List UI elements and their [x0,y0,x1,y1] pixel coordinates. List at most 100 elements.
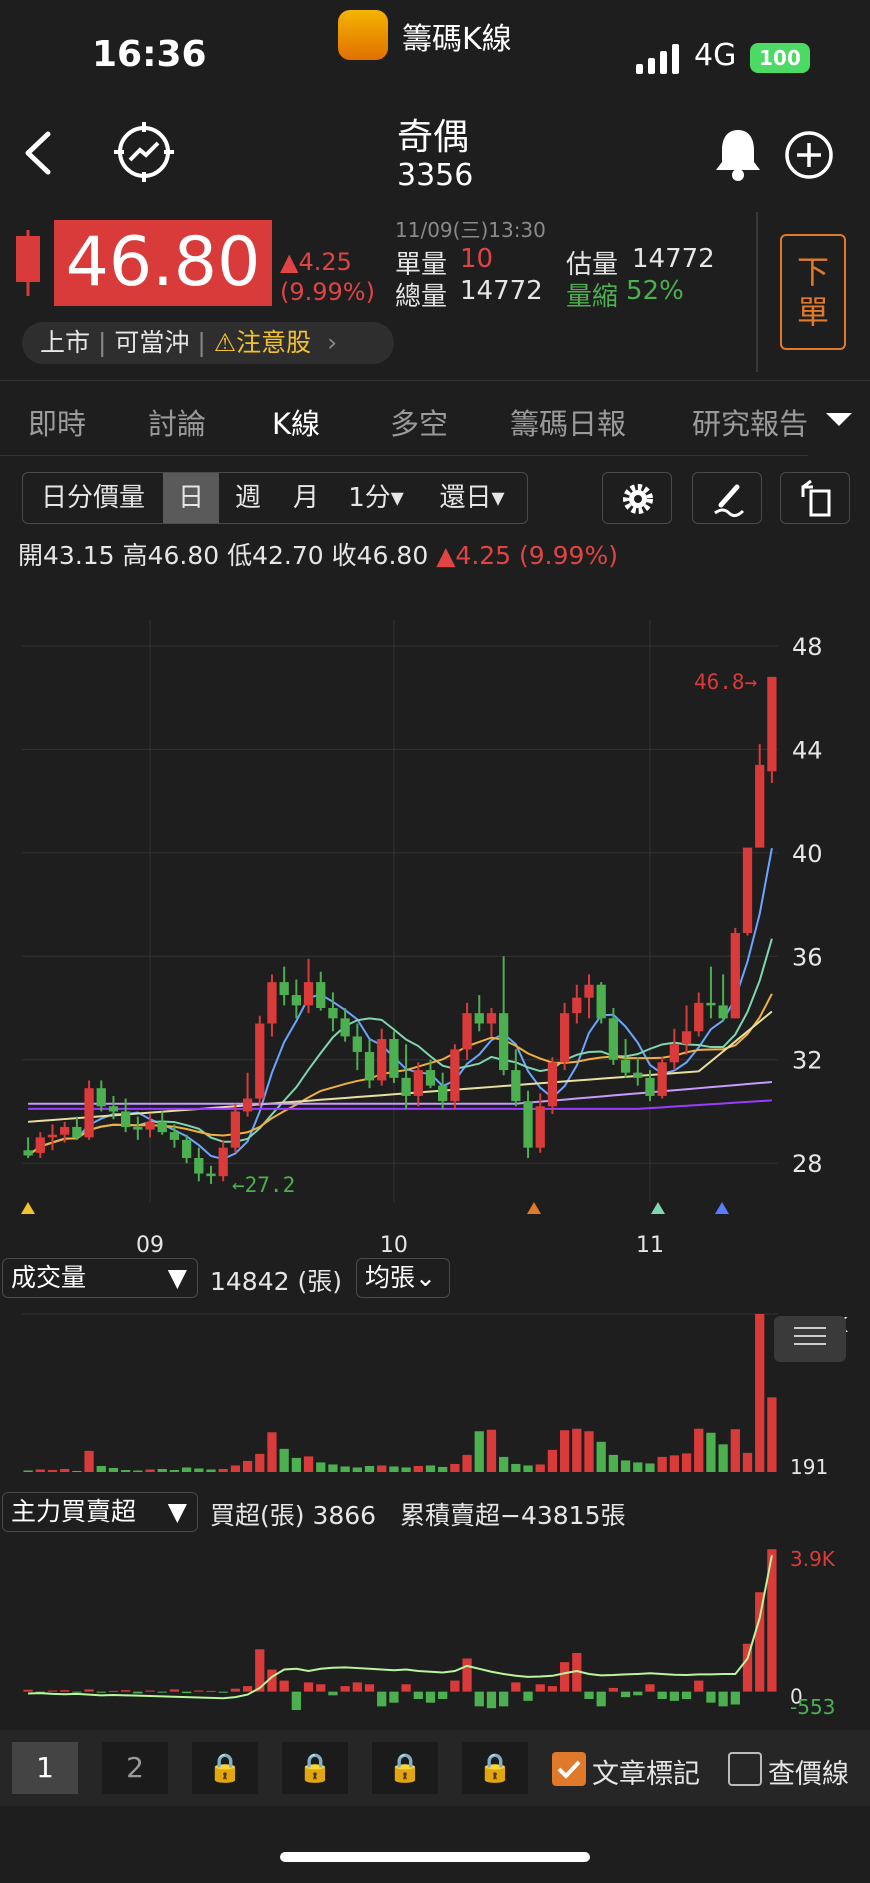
volume-indicator-select[interactable]: 成交量 ▼ [2,1258,198,1298]
volume-bar [499,1456,509,1472]
back-icon[interactable] [18,128,58,178]
order-button[interactable]: 下單 [780,234,846,350]
bell-icon[interactable] [712,126,764,182]
volume-bar [35,1469,45,1472]
candle [389,1031,399,1084]
candle [72,1116,82,1140]
main-force-bar [340,1686,350,1692]
candle-body [547,1062,558,1107]
article-tag-checkbox[interactable] [552,1752,586,1786]
candle [657,1057,667,1099]
add-icon[interactable] [784,130,834,180]
main-force-bar [230,1688,241,1692]
volume-bar [450,1463,460,1472]
candle-body [633,1072,643,1078]
main-force-bar [303,1682,314,1692]
main-force-bar [96,1691,106,1693]
cumulative-line [28,1555,773,1700]
tab-discussion[interactable]: 討論 [148,401,206,443]
signal-icon [636,44,679,74]
volume-bar [572,1428,582,1472]
tab-kline[interactable]: K線 [272,401,320,443]
candle [413,1062,423,1107]
candle [47,1124,58,1151]
candle-body [755,764,765,848]
main-force-bar [72,1691,82,1693]
average-volume-select[interactable]: 均張⌄ [356,1258,450,1298]
volume-chart[interactable]: 31.4K191 [0,1306,870,1476]
candle [718,974,728,1021]
y-tick-label: -553 [790,1695,835,1719]
page-1-button[interactable]: 1 [12,1742,78,1794]
locked-slot[interactable]: 🔒 [192,1742,258,1794]
main-force-chart[interactable]: 3.9K0-553 [0,1540,870,1720]
tab-research[interactable]: 研究報告 [692,401,808,443]
candle-body [157,1121,167,1133]
main-force-select[interactable]: 主力買賣超 ▼ [2,1492,198,1532]
rotate-button[interactable] [780,472,850,524]
trend-target-icon[interactable] [112,120,176,184]
candle-body [523,1101,533,1148]
candle [230,1103,241,1153]
tab-realtime[interactable]: 即時 [28,401,86,443]
main-force-bar [377,1691,387,1707]
locked-slot[interactable]: 🔒 [282,1742,348,1794]
candle [462,1002,472,1060]
period-day[interactable]: 日 [163,473,219,523]
candle [133,1116,143,1140]
lock-icon: 🔒 [297,1751,333,1784]
tabs-dropdown[interactable] [808,381,870,457]
main-force-bar [474,1691,484,1707]
candle [450,1044,460,1109]
volume-bar [60,1468,70,1472]
adjust-select[interactable]: 還日▾ [417,473,527,523]
candle [84,1080,94,1140]
volume-bar [72,1470,82,1472]
candle-body [218,1147,228,1177]
pen-icon [714,484,745,518]
candle-body [450,1049,460,1102]
volume-bar [47,1469,58,1472]
draw-button[interactable] [692,472,762,524]
candle-body [133,1126,143,1130]
price-line-checkbox[interactable] [728,1752,762,1786]
candle-body [340,1018,350,1037]
tab-chip-daily[interactable]: 籌碼日報 [510,401,626,443]
candle-body [718,1005,728,1019]
period-week[interactable]: 週 [219,473,277,523]
volume-bar [121,1469,131,1472]
period-minute[interactable]: 1分▾ [335,473,417,523]
candle [96,1080,106,1112]
main-force-bar [657,1691,667,1699]
page-2-button[interactable]: 2 [102,1742,168,1794]
candle-body [620,1059,631,1073]
period-month[interactable]: 月 [277,473,335,523]
candle-body [559,1013,570,1063]
main-force-bar [523,1691,533,1701]
volume-bar [584,1431,594,1472]
y-tick-label: 44 [792,736,823,764]
locked-slot[interactable]: 🔒 [372,1742,438,1794]
candle-body [60,1126,70,1135]
ma-line [27,938,773,1157]
lock-icon: 🔒 [207,1751,243,1784]
locked-slot[interactable]: 🔒 [462,1742,528,1794]
candle [755,744,765,848]
period-intraday-volume[interactable]: 日分價量 [23,473,163,523]
settings-button[interactable] [602,472,672,524]
main-force-bar [425,1691,436,1703]
main-force-bar [145,1690,155,1692]
candle-body [96,1088,106,1107]
candlestick-chart[interactable]: 48 44 40 36 32 28 09 10 11 46.8→ ←27.2 [0,600,870,1260]
main-force-bar [450,1680,460,1692]
stock-tags[interactable]: 上市 | 可當沖 | ⚠注意股 › [22,322,394,364]
main-force-bar [47,1690,58,1692]
y-tick-label: 191 [790,1455,828,1476]
volume-bar [267,1432,277,1472]
main-force-summary: 買超(張) 3866 [210,1501,377,1530]
main-force-bar [706,1691,716,1703]
tab-long-short[interactable]: 多空 [390,401,448,443]
volume-bar [84,1450,94,1472]
event-marker-icon [715,1202,729,1214]
ohlc-summary: 開43.15 高46.80 低42.70 收46.80 ▲4.25 (9.99%… [18,536,618,572]
